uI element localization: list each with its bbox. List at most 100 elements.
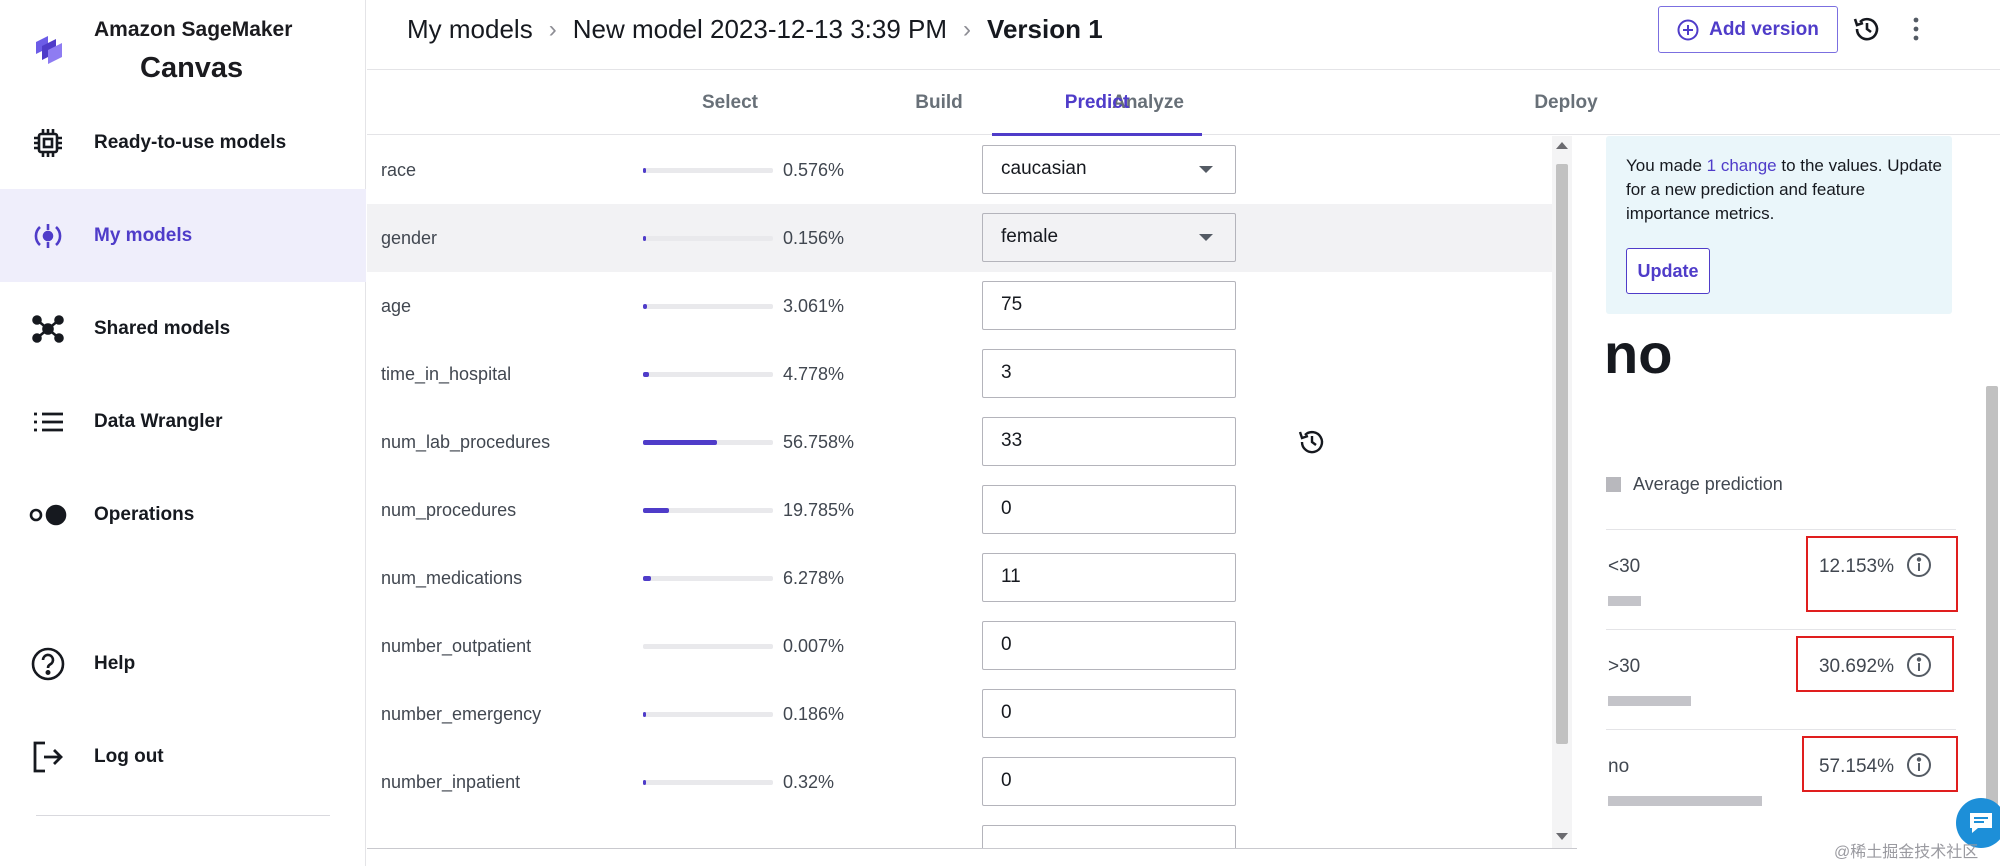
importance-fill xyxy=(643,168,646,173)
help-icon xyxy=(28,644,68,684)
feature-row: num_medications 6.278% 11 xyxy=(367,544,1552,612)
network-icon xyxy=(28,309,68,349)
importance-bar xyxy=(643,304,773,309)
gender-select[interactable]: female xyxy=(982,213,1236,262)
notice-text: You made 1 change to the values. Update … xyxy=(1626,154,1946,226)
prediction-panel: You made 1 change to the values. Update … xyxy=(1578,136,1978,866)
panel-scroll-thumb[interactable] xyxy=(1986,386,1998,806)
brand-subtitle: Amazon SageMaker xyxy=(94,18,293,41)
sidebar: Amazon SageMaker Canvas Ready-to-use mod… xyxy=(0,0,366,866)
feature-name: time_in_hospital xyxy=(381,364,512,384)
importance-fill xyxy=(643,780,646,785)
race-select[interactable]: caucasian xyxy=(982,145,1236,194)
importance-value: 0.007% xyxy=(783,636,845,656)
tab-select[interactable]: Select xyxy=(625,71,835,135)
importance-value: 0.32% xyxy=(783,772,835,792)
breadcrumb-model[interactable]: New model 2023-12-13 3:39 PM xyxy=(573,14,947,45)
num-medications-input[interactable]: 11 xyxy=(982,553,1236,602)
chevron-right-icon: › xyxy=(548,15,557,43)
logout-icon xyxy=(28,737,68,777)
importance-value: 19.785% xyxy=(783,500,855,520)
feature-row: race 0.576% caucasian xyxy=(367,136,1552,204)
importance-value: 3.061% xyxy=(783,296,845,316)
sidebar-item-label: Help xyxy=(94,652,136,674)
feature-row: time_in_hospital 4.778% 3 xyxy=(367,340,1552,408)
number-inpatient-input[interactable]: 0 xyxy=(982,757,1236,806)
toggle-icon xyxy=(28,495,68,535)
sidebar-item-shared-models[interactable]: Shared models xyxy=(0,282,366,375)
sidebar-item-data-wrangler[interactable]: Data Wrangler xyxy=(0,375,366,468)
select-value: female xyxy=(1001,226,1059,247)
time-in-hospital-input[interactable]: 3 xyxy=(982,349,1236,398)
number-outpatient-input[interactable]: 0 xyxy=(982,621,1236,670)
workflow-tabs: Select Build Analyze Predict Deploy xyxy=(367,71,2000,136)
reset-history-icon[interactable] xyxy=(1297,427,1327,457)
sidebar-item-help[interactable]: Help xyxy=(0,617,366,710)
tab-deploy[interactable]: Deploy xyxy=(1461,71,1671,135)
feature-row: num_lab_procedures 56.758% 33 xyxy=(367,408,1552,476)
models-icon xyxy=(28,216,68,256)
importance-value: 0.186% xyxy=(783,704,845,724)
partial-input[interactable] xyxy=(982,825,1236,848)
num-procedures-input[interactable]: 0 xyxy=(982,485,1236,534)
legend-swatch xyxy=(1606,477,1621,492)
select-value: caucasian xyxy=(1001,158,1087,179)
sidebar-item-label: Operations xyxy=(94,503,195,525)
scroll-up-icon[interactable] xyxy=(1556,142,1568,149)
importance-bar xyxy=(643,780,773,785)
probability-bar xyxy=(1608,796,1763,806)
sidebar-item-ready-to-use-models[interactable]: Ready-to-use models xyxy=(0,96,366,189)
number-emergency-input[interactable]: 0 xyxy=(982,689,1236,738)
feature-row: age 3.061% 75 xyxy=(367,272,1552,340)
scroll-thumb[interactable] xyxy=(1556,164,1568,744)
sidebar-item-my-models[interactable]: My models xyxy=(0,189,366,282)
notice-change-link[interactable]: 1 change xyxy=(1707,156,1777,175)
class-label: <30 xyxy=(1608,556,1641,577)
feature-row: num_procedures 19.785% 0 xyxy=(367,476,1552,544)
feature-name: number_outpatient xyxy=(381,636,532,656)
breadcrumb-my-models[interactable]: My models xyxy=(407,14,533,45)
sidebar-item-log-out[interactable]: Log out xyxy=(0,710,366,803)
sidebar-item-label: Shared models xyxy=(94,317,231,339)
feature-scrollbar[interactable] xyxy=(1552,136,1572,848)
importance-fill xyxy=(643,372,650,377)
header: My models › New model 2023-12-13 3:39 PM… xyxy=(367,0,2000,70)
feature-name: num_lab_procedures xyxy=(381,432,551,452)
class-label: >30 xyxy=(1608,656,1641,677)
feature-name: gender xyxy=(381,228,438,248)
chevron-right-icon: › xyxy=(963,15,972,43)
probability-bar xyxy=(1608,596,1641,606)
divider xyxy=(367,848,1577,849)
feature-name: age xyxy=(381,296,412,316)
feature-row: number_emergency 0.186% 0 xyxy=(367,680,1552,748)
more-vertical-icon[interactable] xyxy=(1899,12,1933,46)
importance-value: 4.778% xyxy=(783,364,845,384)
add-version-button[interactable]: Add version xyxy=(1658,6,1838,53)
add-version-label: Add version xyxy=(1709,18,1819,40)
importance-bar xyxy=(643,576,773,581)
importance-bar xyxy=(643,372,773,377)
panel-scrollbar[interactable] xyxy=(1985,136,2000,836)
age-input[interactable]: 75 xyxy=(982,281,1236,330)
importance-value: 0.576% xyxy=(783,160,845,180)
importance-value: 56.758% xyxy=(783,432,855,452)
feature-name: num_medications xyxy=(381,568,523,588)
importance-bar xyxy=(643,712,773,717)
history-icon[interactable] xyxy=(1850,12,1884,46)
importance-fill xyxy=(643,712,646,717)
update-button[interactable]: Update xyxy=(1626,248,1710,294)
num-lab-procedures-input[interactable]: 33 xyxy=(982,417,1236,466)
feature-row: number_outpatient 0.007% 0 xyxy=(367,612,1552,680)
average-prediction-legend: Average prediction xyxy=(1606,474,1783,495)
sidebar-item-label: Ready-to-use models xyxy=(94,131,287,153)
importance-bar xyxy=(643,440,773,445)
caret-down-icon xyxy=(1199,166,1213,173)
importance-fill xyxy=(643,236,646,241)
highlight-box xyxy=(1802,736,1958,792)
importance-bar xyxy=(643,508,773,513)
scroll-down-icon[interactable] xyxy=(1556,833,1568,840)
feature-row: number_inpatient 0.32% 0 xyxy=(367,748,1552,816)
predicted-label: no xyxy=(1604,322,1673,385)
tab-predict[interactable]: Predict xyxy=(992,71,1202,136)
sidebar-item-operations[interactable]: Operations xyxy=(0,468,366,561)
